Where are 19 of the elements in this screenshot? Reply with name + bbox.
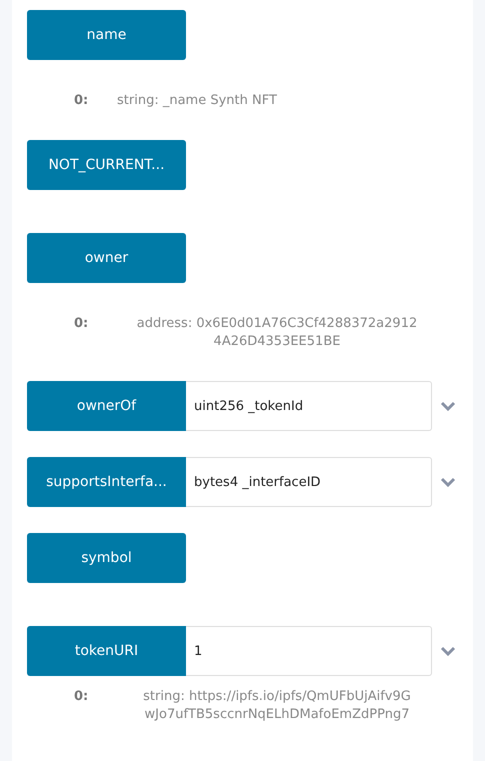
function-button[interactable]: name	[27, 10, 186, 60]
chevron-down-icon[interactable]	[440, 401, 456, 411]
argument-field[interactable]: 1	[186, 626, 432, 676]
argument-field[interactable]: bytes4 _interfaceID	[186, 457, 432, 507]
chevron-down-icon[interactable]	[440, 477, 456, 487]
result-value: string: _name Synth NFT	[117, 92, 277, 110]
function-button[interactable]: ownerOf	[27, 381, 186, 431]
function-button[interactable]: supportsInterfa...	[27, 457, 186, 507]
result-value: string: https://ipfs.io/ipfs/QmUFbUjAifv9G wJo7ufTB5sccnrNqELhDMafoEmZdPPng7	[142, 688, 412, 724]
chevron-down-icon[interactable]	[440, 646, 456, 656]
result-index: 0:	[74, 688, 90, 706]
argument-field[interactable]: uint256 _tokenId	[186, 381, 432, 431]
result-index: 0:	[74, 92, 90, 110]
function-button[interactable]: NOT_CURRENT...	[27, 140, 186, 190]
result-value: address: 0x6E0d01A76C3Cf4288372a2912 4A26D4353EE51BE	[136, 315, 418, 351]
function-button[interactable]: symbol	[27, 533, 186, 583]
result-index: 0:	[74, 315, 90, 333]
function-button[interactable]: owner	[27, 233, 186, 283]
function-button[interactable]: tokenURI	[27, 626, 186, 676]
